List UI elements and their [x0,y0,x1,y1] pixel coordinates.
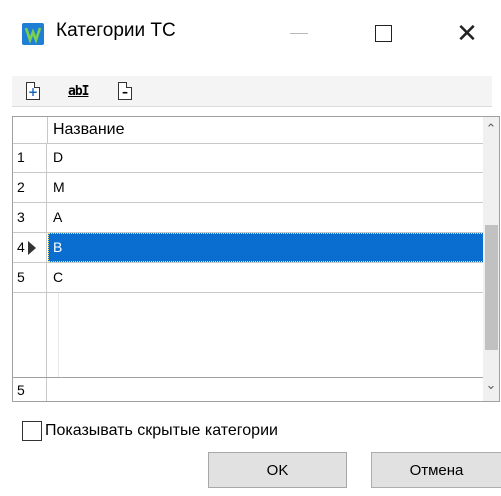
grid-header: Название [13,117,484,144]
table-row[interactable]: 3 A [13,203,484,233]
dialog-window: Категории ТС ✕ + abI – Название 1 D 2 M … [0,0,501,496]
delete-document-icon: – [118,82,132,100]
scroll-up-icon[interactable]: ⌃ [483,119,499,139]
categories-grid[interactable]: Название 1 D 2 M 3 A 4 B 5 C 5 ⌃ ⌄ [12,116,500,402]
close-button[interactable]: ✕ [440,8,494,58]
scroll-down-icon[interactable]: ⌄ [483,375,499,395]
add-document-icon: + [26,82,40,100]
show-hidden-checkbox[interactable] [22,421,42,441]
row-name-cell[interactable]: C [48,263,484,292]
ok-button[interactable]: OK [208,452,347,488]
row-number: 3 [13,203,47,232]
maximize-icon [374,24,392,42]
grid-footer: 5 [13,377,484,401]
rename-category-button[interactable]: abI [68,80,90,102]
row-name-cell[interactable]: M [48,173,484,202]
close-icon: ✕ [456,18,478,48]
table-row[interactable]: 1 D [13,143,484,173]
table-row[interactable]: 5 C [13,263,484,293]
delete-category-button[interactable]: – [118,80,132,102]
current-row-arrow-icon [28,241,36,255]
record-count: 5 [13,378,47,401]
minimize-icon [290,32,308,34]
row-number: 5 [13,263,47,292]
indicator-column-header [13,117,48,143]
grid-empty-area[interactable] [13,293,484,377]
table-row-selected[interactable]: 4 B [13,233,484,263]
window-title: Категории ТС [56,20,176,41]
row-number: 4 [13,233,47,262]
show-hidden-label[interactable]: Показывать скрытые категории [45,422,278,440]
scroll-thumb[interactable] [485,225,498,350]
app-icon [22,23,44,45]
row-number: 2 [13,173,47,202]
toolbar: + abI – [12,76,492,107]
maximize-button[interactable] [356,8,410,58]
row-number-text: 4 [17,239,25,255]
indicator-column-empty [13,293,47,377]
minimize-button[interactable] [272,8,326,58]
rename-text-icon: abI [68,83,90,99]
vertical-scrollbar[interactable]: ⌃ ⌄ [483,117,499,401]
table-row[interactable]: 2 M [13,173,484,203]
show-hidden-option[interactable]: Показывать скрытые категории [22,420,278,442]
row-number: 1 [13,143,47,172]
title-bar[interactable]: Категории ТС ✕ [0,0,501,68]
column-header-name[interactable]: Название [53,121,125,139]
row-name-cell[interactable]: D [48,143,484,172]
grid-empty-gap [48,293,59,377]
row-name-cell[interactable]: B [48,233,484,262]
add-category-button[interactable]: + [26,80,40,102]
row-name-cell[interactable]: A [48,203,484,232]
cancel-button[interactable]: Отмена [371,452,501,488]
